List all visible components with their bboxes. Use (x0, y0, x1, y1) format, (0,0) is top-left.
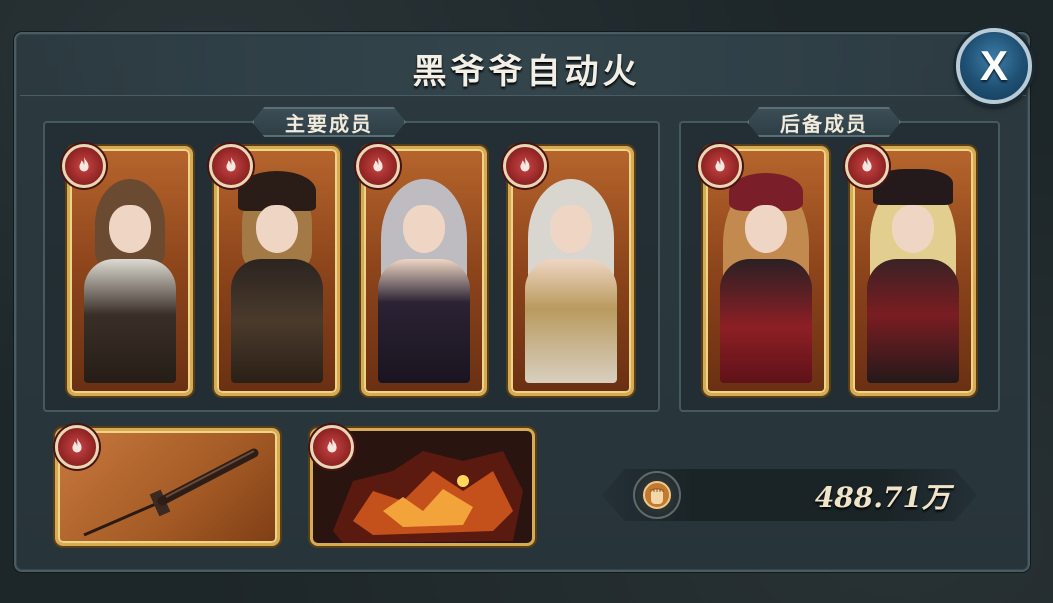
backup-members-label: 后备成员 (747, 107, 901, 137)
fire-icon (845, 144, 889, 188)
fist-icon (633, 471, 681, 519)
fire-icon (62, 144, 106, 188)
page-title: 黑爷爷自动火 (412, 52, 641, 92)
fire-icon (310, 425, 354, 469)
fire-icon (698, 144, 742, 188)
close-icon: X (979, 42, 1008, 89)
main-members-label: 主要成员 (252, 107, 406, 137)
fire-icon (55, 425, 99, 469)
power-value: 488.71万 (814, 481, 950, 514)
fire-icon (503, 144, 547, 188)
fire-icon (209, 144, 253, 188)
fire-icon (356, 144, 400, 188)
close-button[interactable]: X (956, 28, 1032, 104)
